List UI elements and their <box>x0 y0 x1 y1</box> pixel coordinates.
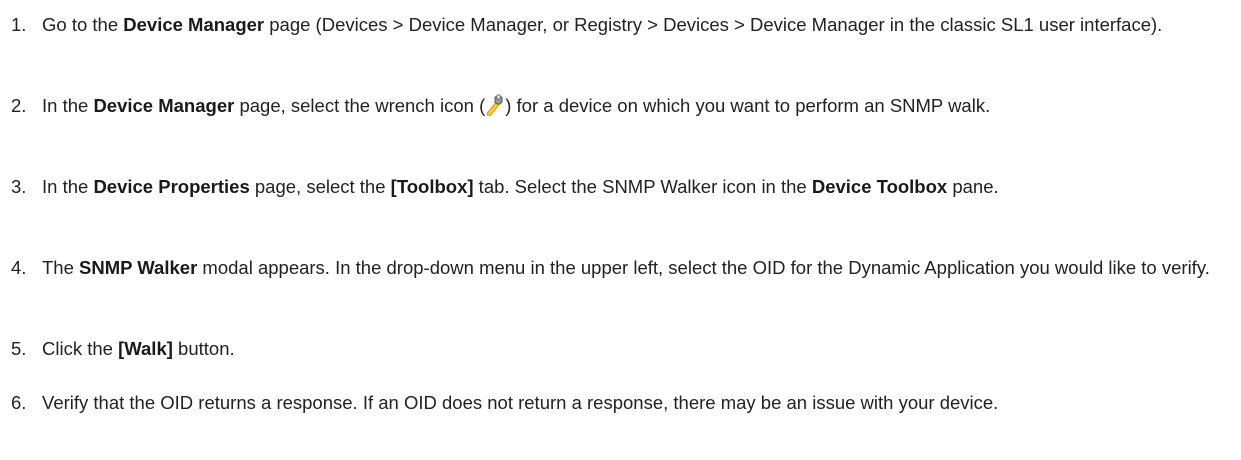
step-text: The <box>42 257 80 278</box>
step-text: Go to the <box>42 14 124 35</box>
step-text: tab. Select the SNMP Walker icon in the <box>473 176 812 197</box>
step-text: modal appears. In the drop-down menu in … <box>197 257 1210 278</box>
step-text: In the <box>42 95 94 116</box>
step-number: 1. <box>11 14 27 35</box>
step-2: 2. In the Device Manager page, select the… <box>0 92 1241 119</box>
ui-term: SNMP Walker <box>79 257 198 278</box>
step-3: 3. In the Device Properties page, select … <box>0 173 1241 200</box>
ui-term: Device Toolbox <box>811 176 948 197</box>
step-number: 5. <box>11 338 27 359</box>
step-number: 3. <box>11 176 27 197</box>
ui-term: Device Manager <box>93 95 235 116</box>
ui-term: [Walk] <box>118 338 173 359</box>
step-text: page, select the <box>249 176 391 197</box>
step-text: In the <box>42 176 94 197</box>
step-text: page (Devices > Device Manager, or Regis… <box>264 14 1163 35</box>
step-text: Verify that the OID returns a response. … <box>42 392 999 413</box>
step-number: 6. <box>11 392 27 413</box>
step-text: page, select the wrench icon ( <box>234 95 486 116</box>
step-number: 2. <box>11 95 27 116</box>
step-4: 4. The SNMP Walker modal appears. In the … <box>0 254 1241 281</box>
step-text: pane. <box>947 176 999 197</box>
step-text: Click the <box>42 338 119 359</box>
step-text: ) for a device on which you want to perf… <box>505 95 991 116</box>
step-1: 1. Go to the Device Manager page (Devices… <box>0 11 1241 38</box>
step-5: 5. Click the [Walk] button. <box>0 335 1241 362</box>
ui-term: Device Properties <box>93 176 250 197</box>
ui-term: [Toolbox] <box>390 176 474 197</box>
step-text: button. <box>172 338 235 359</box>
ui-term: Device Manager <box>123 14 265 35</box>
wrench-icon <box>486 94 503 116</box>
step-6: 6. Verify that the OID returns a response… <box>0 389 1241 416</box>
step-number: 4. <box>11 257 27 278</box>
